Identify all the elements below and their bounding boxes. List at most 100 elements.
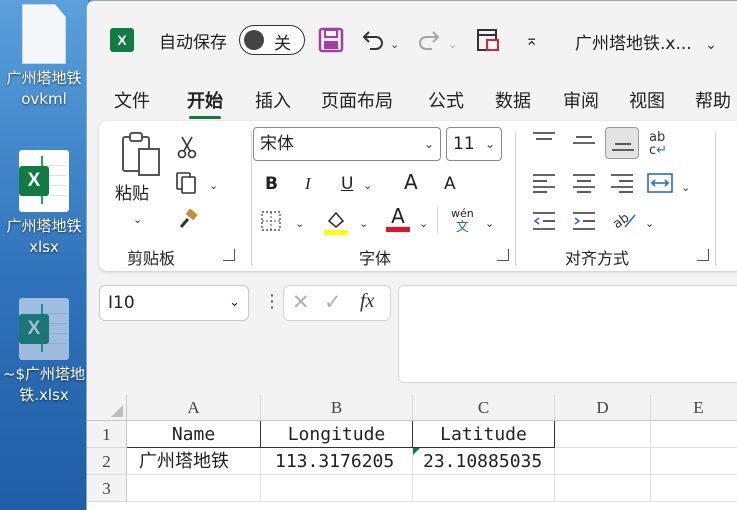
font-size-combo[interactable]: 11 ⌄ xyxy=(446,127,502,161)
cell-C2[interactable]: 23.10885035 xyxy=(413,448,555,475)
undo-dropdown-icon[interactable]: ⌄ xyxy=(390,32,399,58)
phonetic-dropdown-icon[interactable]: ⌄ xyxy=(485,213,494,235)
tab-data[interactable]: 数据 xyxy=(495,87,531,113)
desktop-file-label: 广州塔地铁 ovkml xyxy=(6,69,82,108)
align-top-icon[interactable] xyxy=(533,131,555,153)
autosave-label: 自动保存 xyxy=(159,33,227,53)
document-filename[interactable]: 广州塔地铁.x... ⌄ xyxy=(575,29,717,54)
paste-button[interactable] xyxy=(119,131,163,185)
cell-A2[interactable]: 广州塔地铁 xyxy=(127,448,261,475)
cell-E3[interactable] xyxy=(651,475,737,502)
merge-center-icon[interactable] xyxy=(647,173,673,199)
row-header[interactable]: 1 xyxy=(87,421,127,448)
toggle-knob xyxy=(244,30,264,50)
alignment-launcher-icon[interactable] xyxy=(697,249,709,261)
redo-dropdown-icon[interactable]: ⌄ xyxy=(448,32,457,58)
italic-button[interactable]: I xyxy=(305,173,311,195)
more-options-icon[interactable]: ⋮ xyxy=(263,291,281,312)
font-name-combo[interactable]: 宋体 ⌄ xyxy=(253,127,441,161)
borders-dropdown-icon[interactable]: ⌄ xyxy=(295,213,304,235)
cut-icon[interactable] xyxy=(177,135,197,165)
row-header[interactable]: 3 xyxy=(87,475,127,502)
orientation-dropdown-icon[interactable]: ⌄ xyxy=(645,213,654,235)
decrease-indent-icon[interactable] xyxy=(533,211,555,237)
decrease-font-button[interactable]: A xyxy=(444,173,456,195)
column-header[interactable]: C xyxy=(413,395,555,421)
tab-insert[interactable]: 插入 xyxy=(255,87,291,113)
cell-A1[interactable]: Name xyxy=(127,421,261,448)
column-header[interactable]: E xyxy=(651,395,737,421)
cell-D2[interactable] xyxy=(555,448,651,475)
align-center-icon[interactable] xyxy=(573,173,595,199)
redo-icon[interactable] xyxy=(417,27,443,53)
phonetic-guide-button[interactable]: wén 文 xyxy=(451,207,474,235)
column-header[interactable]: A xyxy=(127,395,261,421)
tab-home[interactable]: 开始 xyxy=(187,87,223,119)
paste-label[interactable]: 粘贴 xyxy=(115,183,149,205)
clipboard-launcher-icon[interactable] xyxy=(223,249,235,261)
tab-page-layout[interactable]: 页面布局 xyxy=(321,87,393,113)
text-orientation-icon[interactable]: ab xyxy=(610,209,637,237)
cell-E1[interactable] xyxy=(651,421,737,448)
tab-file[interactable]: 文件 xyxy=(114,87,150,113)
underline-button[interactable]: U xyxy=(341,173,353,195)
font-color-button[interactable]: A xyxy=(386,205,410,232)
increase-indent-icon[interactable] xyxy=(573,211,595,237)
align-right-icon[interactable] xyxy=(611,173,633,199)
underline-dropdown-icon[interactable]: ⌄ xyxy=(363,175,372,197)
customize-qat-icon[interactable]: ⌅ xyxy=(525,27,538,53)
increase-font-button[interactable]: A xyxy=(404,171,418,193)
desktop-file-label: ~$广州塔地 铁.xlsx xyxy=(2,365,86,404)
format-painter-icon[interactable] xyxy=(177,208,199,237)
cell-D3[interactable] xyxy=(555,475,651,502)
tab-formulas[interactable]: 公式 xyxy=(428,87,464,113)
align-left-icon[interactable] xyxy=(533,173,555,199)
cell-E2[interactable] xyxy=(651,448,737,475)
insert-function-button[interactable]: fx xyxy=(360,290,374,313)
cancel-icon[interactable]: ✕ xyxy=(292,290,310,314)
fill-color-dropdown-icon[interactable]: ⌄ xyxy=(359,213,368,235)
copy-dropdown-icon[interactable]: ⌄ xyxy=(209,175,218,197)
enter-icon[interactable]: ✓ xyxy=(324,290,342,314)
cell-C1[interactable]: Latitude xyxy=(413,421,555,448)
cell-B1[interactable]: Longitude xyxy=(261,421,413,448)
desktop-file-label: 广州塔地铁 xlsx xyxy=(6,217,82,256)
desktop-file-xlsx[interactable]: X 广州塔地铁 xlsx xyxy=(0,150,88,258)
align-bottom-button[interactable] xyxy=(605,127,639,159)
cell-B3[interactable] xyxy=(261,475,413,502)
cell-C3[interactable] xyxy=(413,475,555,502)
copy-icon[interactable] xyxy=(175,171,197,201)
name-box[interactable]: I10 ⌄ xyxy=(99,285,249,321)
desktop-file-ovkml[interactable]: 广州塔地铁 ovkml xyxy=(0,4,88,110)
group-label-alignment: 对齐方式 xyxy=(565,249,630,268)
merge-dropdown-icon[interactable]: ⌄ xyxy=(681,177,690,199)
tab-help[interactable]: 帮助 xyxy=(695,87,731,113)
undo-icon[interactable] xyxy=(359,27,385,53)
print-preview-icon[interactable] xyxy=(475,27,501,53)
select-all-corner[interactable] xyxy=(87,395,127,421)
cell-D1[interactable] xyxy=(555,421,651,448)
column-header[interactable]: D xyxy=(555,395,651,421)
paste-dropdown-icon[interactable]: ⌄ xyxy=(133,209,142,231)
formula-input[interactable] xyxy=(398,285,737,383)
fill-color-icon[interactable] xyxy=(324,209,348,241)
desktop: 广州塔地铁 ovkml X 广州塔地铁 xlsx X ~$广州塔地 铁.xlsx xyxy=(0,0,88,510)
group-label-clipboard: 剪贴板 xyxy=(127,249,176,268)
autosave-toggle[interactable]: 关 xyxy=(239,25,305,55)
tab-view[interactable]: 视图 xyxy=(629,87,665,113)
excel-file-icon: X xyxy=(19,150,69,212)
tab-review[interactable]: 审阅 xyxy=(563,87,599,113)
save-icon[interactable] xyxy=(318,27,344,53)
chevron-down-icon: ⌄ xyxy=(484,137,495,151)
borders-icon[interactable] xyxy=(261,211,281,237)
wrap-text-icon[interactable]: ab c↵ xyxy=(649,131,667,157)
font-color-dropdown-icon[interactable]: ⌄ xyxy=(419,213,428,235)
desktop-file-temp-xlsx[interactable]: X ~$广州塔地 铁.xlsx xyxy=(0,298,88,406)
column-header[interactable]: B xyxy=(261,395,413,421)
cell-B2[interactable]: 113.3176205 xyxy=(261,448,413,475)
cell-A3[interactable] xyxy=(127,475,261,502)
row-header[interactable]: 2 xyxy=(87,448,127,475)
font-launcher-icon[interactable] xyxy=(497,249,509,261)
bold-button[interactable]: B xyxy=(265,173,278,195)
align-middle-icon[interactable] xyxy=(573,133,595,155)
